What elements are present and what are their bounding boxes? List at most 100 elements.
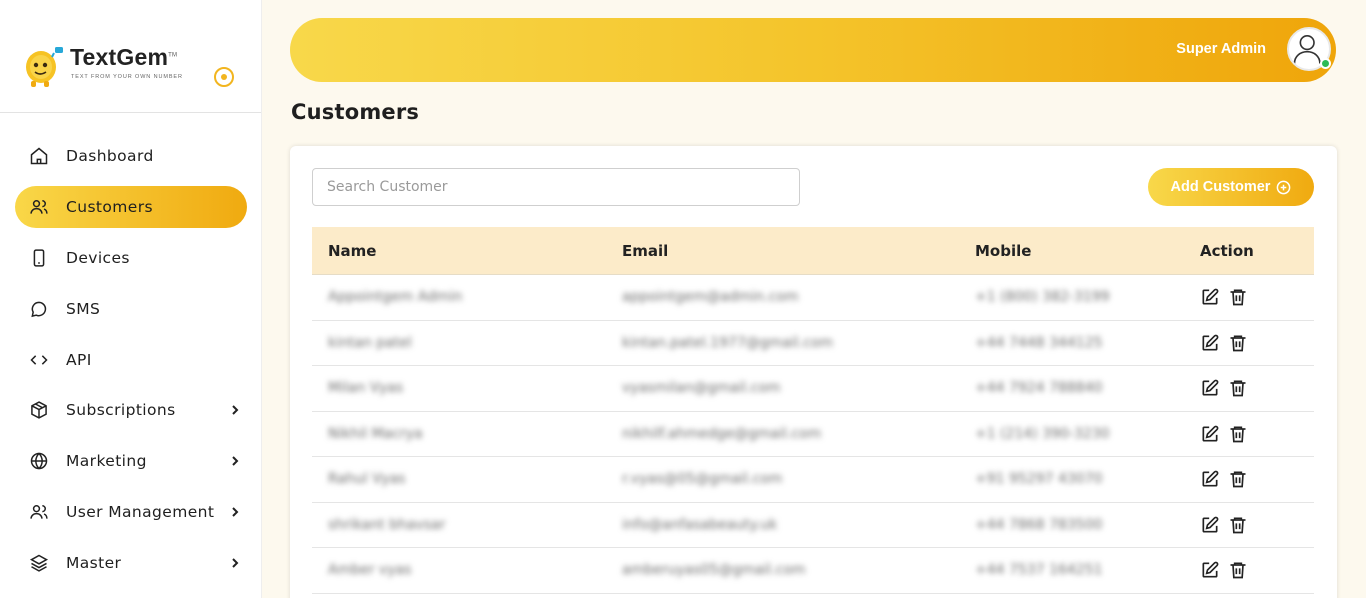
sidebar-item-label: User Management (66, 503, 215, 521)
sidebar-item-label: Subscriptions (66, 401, 176, 419)
trademark: TM (168, 52, 178, 59)
row-actions (1200, 515, 1248, 535)
sidebar-item-devices[interactable]: Devices (15, 237, 247, 279)
add-customer-button[interactable]: Add Customer (1148, 168, 1314, 206)
gem-mascot-logo-icon (26, 47, 63, 87)
customer-name: Amber vyas (328, 562, 412, 578)
customer-name: Rahul Vyas (328, 471, 406, 487)
logo-area: TextGemTM TEXT FROM YOUR OWN NUMBER (0, 0, 261, 113)
sidebar-item-subscriptions[interactable]: Subscriptions (15, 389, 247, 431)
customer-mobile: +44 7924 788840 (975, 380, 1103, 396)
mobile-icon (33, 249, 45, 267)
page-title: Customers (291, 100, 420, 124)
customer-email: r.vyas@05@gmail.com (622, 471, 783, 487)
edit-icon[interactable] (1200, 287, 1220, 307)
edit-icon[interactable] (1200, 469, 1220, 489)
online-status-dot (1320, 58, 1331, 69)
sidebar-item-sms[interactable]: SMS (15, 288, 247, 330)
customer-mobile: +91 95297 43070 (975, 471, 1103, 487)
customer-email: vyasmilan@gmail.com (622, 380, 781, 396)
customer-mobile: +44 7448 344125 (975, 334, 1103, 351)
table-row: kintan patel kintan.patel.1977@gmail.com… (312, 321, 1314, 366)
sidebar-item-customers[interactable]: Customers (15, 186, 247, 228)
chevron-right-icon (232, 507, 239, 517)
column-header-action: Action (1200, 242, 1254, 260)
sidebar-collapse-toggle[interactable] (214, 67, 234, 87)
customer-mobile: +1 (800) 382-3199 (975, 289, 1110, 305)
edit-icon[interactable] (1200, 560, 1220, 580)
edit-icon[interactable] (1200, 378, 1220, 398)
edit-icon[interactable] (1200, 424, 1220, 444)
customers-card: Add Customer Name Email Mobile Action Ap… (290, 146, 1337, 598)
chevron-right-icon (232, 405, 239, 415)
column-header-email[interactable]: Email (622, 242, 668, 260)
trash-icon[interactable] (1228, 560, 1248, 580)
top-header-bar: Super Admin (290, 18, 1336, 82)
sidebar-item-dashboard[interactable]: Dashboard (15, 135, 247, 177)
column-header-name[interactable]: Name (328, 242, 376, 260)
trash-icon[interactable] (1228, 287, 1248, 307)
sidebar-item-api[interactable]: API (15, 339, 247, 381)
trash-icon[interactable] (1228, 469, 1248, 489)
customer-mobile: +44 7868 783500 (975, 516, 1103, 533)
customer-email: amberuyas05@gmail.com (622, 562, 806, 578)
customer-name: kintan patel (328, 334, 412, 351)
trash-icon[interactable] (1228, 378, 1248, 398)
row-actions (1200, 287, 1248, 307)
customers-table: Name Email Mobile Action Appointgem Admi… (312, 227, 1314, 594)
sidebar-item-label: API (66, 351, 92, 369)
customer-name: Appointgem Admin (328, 289, 463, 305)
sidebar-item-label: SMS (66, 300, 101, 318)
table-row: Nikhil Macrya nikhilf.ahmedge@gmail.com … (312, 412, 1314, 457)
sidebar-item-label: Devices (66, 249, 130, 267)
code-icon (30, 355, 48, 365)
current-user-name[interactable]: Super Admin (1176, 41, 1266, 57)
table-header: Name Email Mobile Action (312, 227, 1314, 275)
edit-icon[interactable] (1200, 515, 1220, 535)
box-icon (31, 401, 47, 419)
customer-email: nikhilf.ahmedge@gmail.com (622, 425, 822, 442)
row-actions (1200, 378, 1248, 398)
trash-icon[interactable] (1228, 424, 1248, 444)
customer-email: kintan.patel.1977@gmail.com (622, 334, 834, 351)
table-row: Amber vyas amberuyas05@gmail.com +44 753… (312, 548, 1314, 594)
chat-bubble-icon (31, 301, 47, 318)
sidebar-item-label: Master (66, 554, 122, 572)
sidebar-item-master[interactable]: Master (15, 542, 247, 584)
row-actions (1200, 560, 1248, 580)
chevron-right-icon (232, 456, 239, 466)
column-header-mobile[interactable]: Mobile (975, 242, 1031, 260)
row-actions (1200, 424, 1248, 444)
customer-name: shrikant bhavsar (328, 516, 446, 533)
home-icon (30, 147, 48, 165)
customer-email: appointgem@admin.com (622, 289, 799, 305)
sidebar-item-marketing[interactable]: Marketing (15, 440, 247, 482)
table-row: Rahul Vyas r.vyas@05@gmail.com +91 95297… (312, 457, 1314, 503)
sidebar-item-label: Customers (66, 198, 153, 216)
customer-mobile: +44 7537 164251 (975, 562, 1103, 578)
trash-icon[interactable] (1228, 333, 1248, 353)
globe-icon (30, 452, 48, 470)
table-row: Milan Vyas vyasmilan@gmail.com +44 7924 … (312, 366, 1314, 412)
table-row: shrikant bhavsar info@anfasabeauty.uk +4… (312, 503, 1314, 548)
customer-mobile: +1 (214) 390-3230 (975, 425, 1110, 442)
customer-name: Milan Vyas (328, 380, 404, 396)
radio-dot-icon (221, 74, 227, 80)
users-icon (30, 200, 48, 214)
search-customer-input[interactable] (312, 168, 800, 206)
add-customer-label: Add Customer (1170, 179, 1271, 195)
sidebar-item-label: Dashboard (66, 147, 154, 165)
sidebar: TextGemTM TEXT FROM YOUR OWN NUMBER Dash… (0, 0, 262, 598)
customer-name: Nikhil Macrya (328, 425, 423, 442)
sidebar-item-label: Marketing (66, 452, 147, 470)
trash-icon[interactable] (1228, 515, 1248, 535)
layers-icon (29, 554, 49, 572)
plus-circle-icon (1277, 180, 1291, 194)
edit-icon[interactable] (1200, 333, 1220, 353)
users-icon (30, 505, 48, 519)
brand-tagline: TEXT FROM YOUR OWN NUMBER (71, 74, 183, 80)
row-actions (1200, 333, 1248, 353)
brand-name: TextGemTM (70, 44, 178, 70)
chevron-right-icon (232, 558, 239, 568)
sidebar-item-user-management[interactable]: User Management (15, 491, 247, 533)
